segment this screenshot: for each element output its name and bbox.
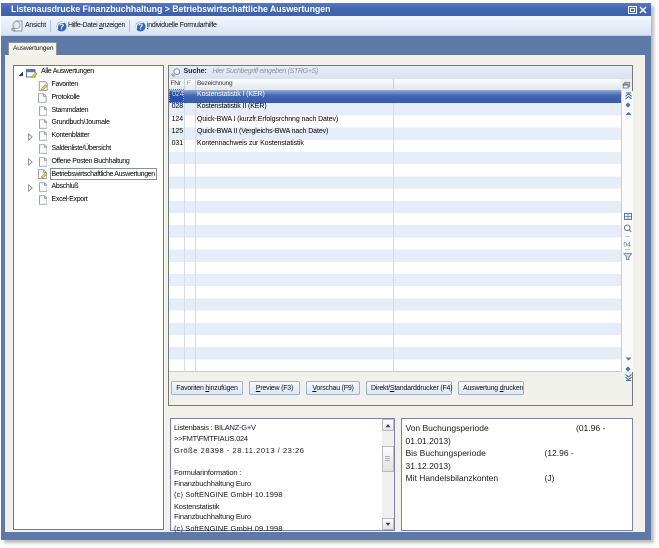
svg-text:04: 04 <box>624 241 632 248</box>
